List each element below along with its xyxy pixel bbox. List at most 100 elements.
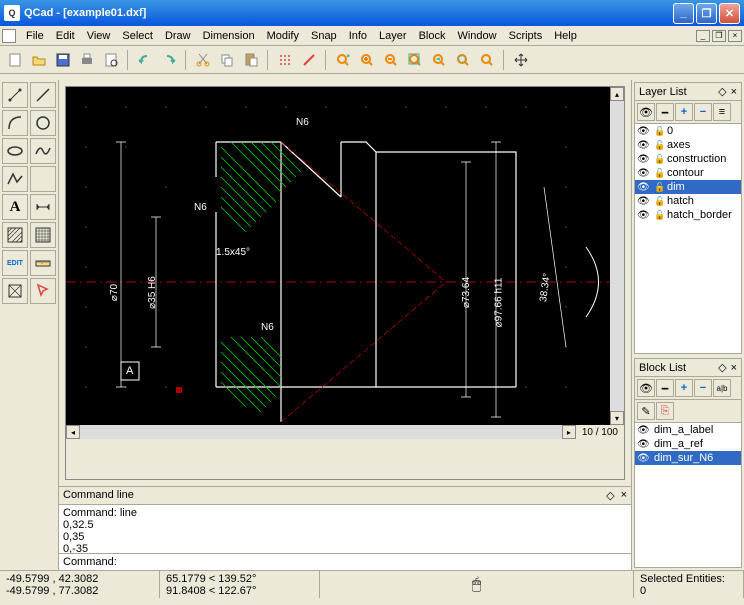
eye-icon[interactable]: 👁 bbox=[637, 182, 651, 193]
menu-view[interactable]: View bbox=[81, 28, 117, 44]
block-list[interactable]: 👁dim_a_label 👁dim_a_ref 👁dim_sur_N6 bbox=[635, 423, 741, 567]
block-dock-icon[interactable]: ◇ bbox=[718, 361, 726, 374]
move-button[interactable] bbox=[510, 49, 532, 71]
mdi-restore-button[interactable]: ❐ bbox=[712, 30, 726, 42]
block-close-icon[interactable]: × bbox=[731, 362, 737, 374]
spline-tool[interactable] bbox=[30, 138, 56, 164]
scroll-down-button[interactable]: ▾ bbox=[610, 411, 624, 425]
scroll-up-button[interactable]: ▴ bbox=[610, 87, 624, 101]
menu-help[interactable]: Help bbox=[548, 28, 583, 44]
menu-edit[interactable]: Edit bbox=[50, 28, 81, 44]
menu-dimension[interactable]: Dimension bbox=[197, 28, 261, 44]
cut-button[interactable] bbox=[192, 49, 214, 71]
eye-icon[interactable]: 👁 bbox=[637, 425, 651, 436]
lock-icon[interactable]: 🔓 bbox=[654, 140, 664, 151]
block-add-button[interactable]: + bbox=[675, 379, 693, 397]
lock-icon[interactable]: 🔓 bbox=[654, 210, 664, 221]
eye-icon[interactable]: 👁 bbox=[637, 126, 651, 137]
menu-info[interactable]: Info bbox=[343, 28, 373, 44]
line-tool[interactable] bbox=[30, 82, 56, 108]
ellipse-tool[interactable] bbox=[2, 138, 28, 164]
lock-icon[interactable]: 🔓 bbox=[654, 196, 664, 207]
layer-remove-button[interactable]: − bbox=[694, 103, 712, 121]
zoom-redraw-button[interactable] bbox=[332, 49, 354, 71]
menu-scripts[interactable]: Scripts bbox=[503, 28, 549, 44]
lock-icon[interactable]: 🔓 bbox=[654, 168, 664, 179]
text-tool[interactable]: A bbox=[2, 194, 28, 220]
layer-showall-button[interactable]: 👁 bbox=[637, 103, 655, 121]
block-hideall-button[interactable]: 🗕 bbox=[656, 379, 674, 397]
menu-modify[interactable]: Modify bbox=[261, 28, 305, 44]
eye-icon[interactable]: 👁 bbox=[637, 168, 651, 179]
menu-select[interactable]: Select bbox=[116, 28, 159, 44]
layer-add-button[interactable]: + bbox=[675, 103, 693, 121]
window-minimize-button[interactable]: _ bbox=[673, 3, 694, 24]
menu-snap[interactable]: Snap bbox=[305, 28, 343, 44]
scroll-right-button[interactable]: ▸ bbox=[562, 425, 576, 439]
select-tool[interactable] bbox=[30, 278, 56, 304]
lock-icon[interactable]: 🔓 bbox=[654, 126, 664, 137]
image-tool[interactable] bbox=[30, 222, 56, 248]
eye-icon[interactable]: 👁 bbox=[637, 453, 651, 464]
command-close-icon[interactable]: × bbox=[621, 489, 627, 502]
layer-hideall-button[interactable]: 🗕 bbox=[656, 103, 674, 121]
undo-button[interactable] bbox=[134, 49, 156, 71]
new-button[interactable] bbox=[4, 49, 26, 71]
circle-tool[interactable] bbox=[30, 110, 56, 136]
zoom-previous-button[interactable] bbox=[428, 49, 450, 71]
block-insert-button[interactable]: ⎘ bbox=[656, 402, 674, 420]
eye-icon[interactable]: 👁 bbox=[637, 439, 651, 450]
block-rename-button[interactable]: a|b bbox=[713, 379, 731, 397]
eye-icon[interactable]: 👁 bbox=[637, 140, 651, 151]
window-close-button[interactable]: ✕ bbox=[719, 3, 740, 24]
copy-button[interactable] bbox=[216, 49, 238, 71]
print-button[interactable] bbox=[76, 49, 98, 71]
redo-button[interactable] bbox=[158, 49, 180, 71]
block-tool[interactable] bbox=[2, 278, 28, 304]
menu-draw[interactable]: Draw bbox=[159, 28, 197, 44]
polyline-tool[interactable] bbox=[2, 166, 28, 192]
menu-file[interactable]: File bbox=[20, 28, 50, 44]
mdi-close-button[interactable]: × bbox=[728, 30, 742, 42]
layer-dock-icon[interactable]: ◇ bbox=[718, 85, 726, 98]
layer-close-icon[interactable]: × bbox=[731, 86, 737, 98]
open-button[interactable] bbox=[28, 49, 50, 71]
zoom-window-button[interactable] bbox=[452, 49, 474, 71]
paste-button[interactable] bbox=[240, 49, 262, 71]
lock-icon[interactable]: 🔓 bbox=[654, 154, 664, 165]
eye-icon[interactable]: 👁 bbox=[637, 210, 651, 221]
measure-tool[interactable] bbox=[30, 250, 56, 276]
layer-list[interactable]: 👁🔓0 👁🔓axes 👁🔓construction 👁🔓contour 👁🔓di… bbox=[635, 124, 741, 353]
menu-block[interactable]: Block bbox=[413, 28, 452, 44]
menu-window[interactable]: Window bbox=[451, 28, 502, 44]
arc-tool[interactable] bbox=[2, 110, 28, 136]
print-preview-button[interactable] bbox=[100, 49, 122, 71]
zoom-extents-button[interactable] bbox=[404, 49, 426, 71]
command-dock-icon[interactable]: ◇ bbox=[606, 489, 614, 502]
canvas-scroll-horizontal[interactable] bbox=[80, 425, 562, 439]
text-tool-2[interactable] bbox=[30, 166, 56, 192]
save-button[interactable] bbox=[52, 49, 74, 71]
zoom-in-button[interactable] bbox=[356, 49, 378, 71]
block-edit-button[interactable]: ✎ bbox=[637, 402, 655, 420]
eye-icon[interactable]: 👁 bbox=[637, 196, 651, 207]
lock-icon[interactable]: 🔓 bbox=[654, 182, 664, 193]
block-showall-button[interactable]: 👁 bbox=[637, 379, 655, 397]
command-input[interactable] bbox=[121, 556, 627, 568]
grid-toggle-button[interactable] bbox=[274, 49, 296, 71]
menu-layer[interactable]: Layer bbox=[373, 28, 413, 44]
edit-tool[interactable]: EDIT bbox=[2, 250, 28, 276]
hatch-tool[interactable] bbox=[2, 222, 28, 248]
zoom-pan-button[interactable] bbox=[476, 49, 498, 71]
block-remove-button[interactable]: − bbox=[694, 379, 712, 397]
point-tool[interactable] bbox=[2, 82, 28, 108]
window-maximize-button[interactable]: ❐ bbox=[696, 3, 717, 24]
eye-icon[interactable]: 👁 bbox=[637, 154, 651, 165]
dimension-tool[interactable] bbox=[30, 194, 56, 220]
mdi-minimize-button[interactable]: _ bbox=[696, 30, 710, 42]
mdi-document-icon[interactable] bbox=[2, 29, 16, 43]
draft-toggle-button[interactable] bbox=[298, 49, 320, 71]
scroll-left-button[interactable]: ◂ bbox=[66, 425, 80, 439]
layer-edit-button[interactable]: ≡ bbox=[713, 103, 731, 121]
drawing-canvas[interactable]: ⌀70 ⌀35 H6 ⌀73.64 ⌀97.66 h11 38.34° 1.5x… bbox=[66, 87, 610, 425]
